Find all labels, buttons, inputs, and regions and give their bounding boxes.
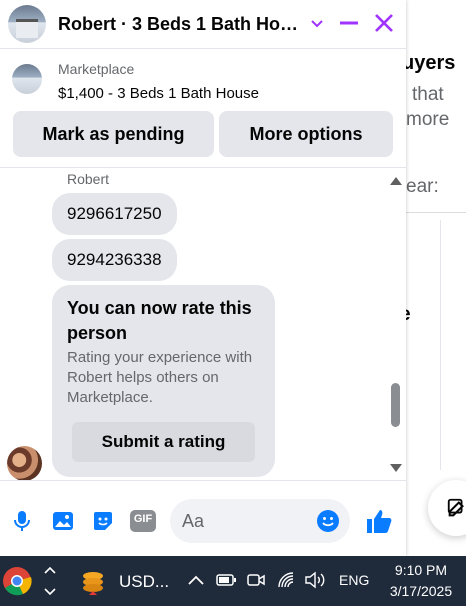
clock-date: 3/17/2025 [389, 583, 453, 599]
microphone-icon[interactable] [10, 509, 34, 533]
submit-rating-button[interactable]: Submit a rating [72, 422, 255, 462]
background-text: more [406, 109, 450, 130]
scrollbar[interactable] [386, 168, 406, 480]
coins-icon[interactable] [77, 566, 109, 598]
listing-title[interactable]: $1,400 - 3 Beds 1 Bath House [58, 85, 259, 102]
show-hidden-icons-icon[interactable] [186, 570, 206, 590]
background-text: that [412, 84, 444, 105]
chat-header[interactable]: Robert · 3 Beds 1 Bath House [0, 0, 406, 48]
rating-card: You can now rate this person Rating your… [52, 285, 275, 477]
rating-description: Rating your experience with Robert helps… [67, 349, 253, 406]
listing-source: Marketplace [58, 61, 135, 77]
camera-icon[interactable] [245, 570, 267, 590]
background-text: ear: [406, 176, 439, 197]
emoji-icon[interactable] [316, 509, 340, 533]
taskbar-overflow-chevron[interactable] [40, 558, 60, 604]
clock-time: 9:10 PM [394, 562, 448, 578]
taskbar: USD... ENG 9:10 PM 3/17/2025 [0, 556, 466, 606]
background-card [440, 220, 466, 470]
chevron-up-icon[interactable] [44, 566, 56, 574]
battery-icon[interactable] [215, 570, 237, 590]
message-bubble[interactable]: 9294236338 [52, 239, 177, 281]
chrome-icon[interactable] [0, 564, 34, 598]
thumbs-up-icon[interactable] [365, 507, 393, 535]
more-options-button[interactable]: More options [219, 111, 393, 157]
minimize-icon[interactable] [334, 8, 364, 38]
gif-label: GIF [133, 513, 153, 525]
listing-thumbnail[interactable] [12, 64, 42, 94]
avatar[interactable] [7, 446, 42, 480]
message-input[interactable] [182, 499, 312, 543]
sticker-icon[interactable] [91, 509, 115, 533]
chat-window: Robert · 3 Beds 1 Bath House Marketplace… [0, 0, 406, 556]
rating-title: You can now rate this person [67, 298, 252, 343]
scroll-thumb[interactable] [391, 383, 400, 427]
taskbar-app-label[interactable]: USD... [119, 572, 169, 592]
message-list[interactable]: Robert 9296617250 9294236338 You can now… [0, 168, 406, 480]
gif-icon[interactable]: GIF [130, 509, 156, 533]
message-bubble[interactable]: 9296617250 [52, 193, 177, 235]
language-indicator[interactable]: ENG [339, 572, 369, 588]
sender-name: Robert [67, 171, 110, 187]
compose-icon [447, 498, 464, 517]
chevron-down-icon[interactable] [302, 8, 332, 38]
background-heading: uyers [402, 52, 456, 74]
listing-panel: Marketplace $1,400 - 3 Beds 1 Bath House… [0, 48, 406, 168]
chat-title[interactable]: Robert · 3 Beds 1 Bath House [58, 14, 302, 35]
message-input-box[interactable] [170, 499, 350, 543]
background-divider [406, 212, 466, 213]
image-icon[interactable] [51, 509, 75, 533]
message-composer: GIF [0, 480, 406, 556]
wifi-icon[interactable] [276, 570, 298, 590]
mark-as-pending-button[interactable]: Mark as pending [13, 111, 214, 157]
scroll-down-arrow-icon[interactable] [390, 464, 402, 472]
scroll-up-arrow-icon[interactable] [390, 177, 402, 185]
close-icon[interactable] [369, 8, 399, 38]
chevron-down-icon[interactable] [44, 588, 56, 596]
taskbar-clock[interactable]: 9:10 PM 3/17/2025 [376, 560, 466, 602]
listing-avatar[interactable] [8, 5, 46, 43]
volume-icon[interactable] [303, 570, 329, 590]
